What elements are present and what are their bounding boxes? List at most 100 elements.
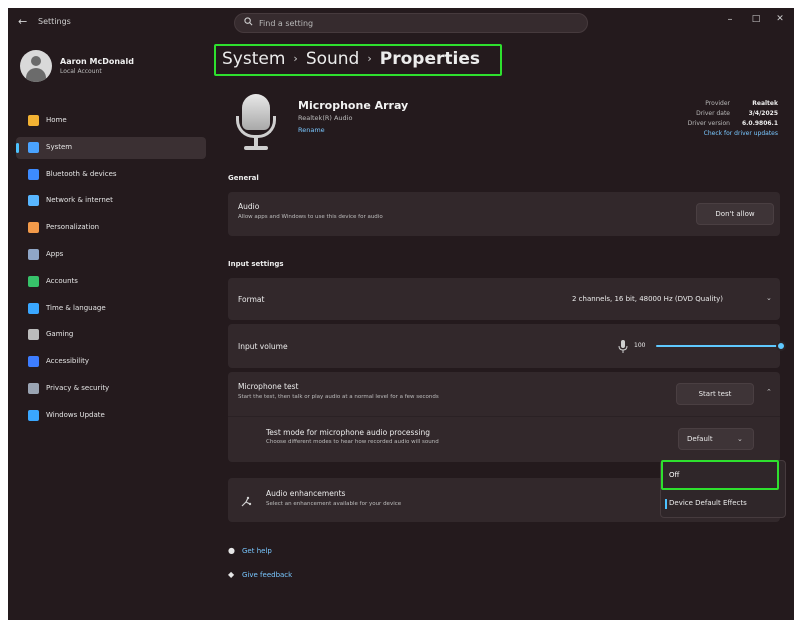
bluetooth-icon: [28, 168, 39, 180]
accounts-icon: [28, 275, 39, 287]
driver-version-label: Driver version: [687, 120, 730, 127]
breadcrumb-system[interactable]: System: [222, 49, 285, 69]
sidebar-item-label: Gaming: [46, 330, 74, 339]
breadcrumb-separator: ›: [293, 52, 298, 65]
sidebar-item-label: Home: [46, 116, 67, 124]
microphone-test-description: Start the test, then talk or play audio …: [238, 394, 439, 400]
sidebar-item-label: Privacy & security: [46, 384, 110, 392]
sidebar-item-label: Network & internet: [46, 196, 113, 205]
personalization-icon: [28, 222, 39, 234]
home-icon: [28, 115, 39, 126]
give-feedback-link[interactable]: ◆ Give feedback: [228, 570, 292, 579]
section-input-settings: Input settings: [228, 260, 284, 268]
sidebar-item-label: Time & language: [46, 303, 106, 312]
input-volume-slider-track[interactable]: [656, 345, 782, 347]
search-box[interactable]: [234, 13, 588, 33]
sidebar-item-label: Personalization: [46, 223, 100, 232]
sidebar-item-system[interactable]: System: [16, 136, 206, 159]
provider-value: Realtek: [752, 100, 778, 107]
option-device-default-effects[interactable]: Device Default Effects: [665, 499, 747, 509]
driver-version-value: 6.0.9806.1: [741, 120, 778, 127]
input-volume-slider-thumb[interactable]: [776, 341, 786, 351]
rename-link[interactable]: Rename: [298, 126, 325, 134]
feedback-icon: ◆: [228, 570, 235, 579]
start-test-button[interactable]: Start test: [676, 383, 754, 405]
time-language-icon: [28, 302, 39, 314]
section-general: General: [228, 174, 259, 182]
search-icon: [244, 17, 253, 29]
avatar: [20, 50, 52, 82]
option-off-highlight: [661, 460, 779, 490]
breadcrumb: System › Sound › Properties: [222, 49, 480, 69]
audio-enhancements-title: Audio enhancements: [266, 489, 346, 498]
sidebar-item-personalization[interactable]: Personalization: [16, 217, 206, 239]
settings-window: ← Settings – □ ✕ Aaron McDonald Local Ac…: [8, 8, 794, 620]
close-button[interactable]: ✕: [768, 14, 792, 24]
sidebar-item-home[interactable]: Home: [16, 110, 206, 132]
test-mode-description: Choose different modes to hear how recor…: [266, 439, 439, 445]
format-card: Format 2 channels, 16 bit, 48000 Hz (DVD…: [228, 278, 780, 320]
profile-account-type: Local Account: [60, 68, 102, 75]
sidebar-item-label: Accounts: [46, 276, 78, 285]
sidebar-item-label: Windows Update: [46, 410, 105, 419]
sidebar-item-accounts[interactable]: Accounts: [16, 271, 206, 293]
minimize-button[interactable]: –: [718, 14, 742, 25]
sidebar-item-label: Bluetooth & devices: [46, 169, 117, 178]
provider-label: Provider: [705, 100, 730, 107]
maximize-button[interactable]: □: [744, 14, 768, 24]
shield-icon: [28, 383, 39, 394]
sidebar-item-gaming[interactable]: Gaming: [16, 324, 206, 346]
input-volume-card: Input volume 100: [228, 324, 786, 368]
device-subtitle: Realtek(R) Audio: [298, 114, 353, 122]
chevron-down-icon: ⌄: [766, 294, 772, 302]
search-input[interactable]: [259, 16, 559, 31]
get-help-link[interactable]: ● Get help: [228, 546, 272, 555]
test-mode-select[interactable]: Default ⌄: [678, 428, 754, 450]
check-driver-updates-link[interactable]: Check for driver updates: [670, 130, 778, 137]
audio-title: Audio: [238, 202, 260, 211]
driver-date-label: Driver date: [696, 110, 730, 117]
breadcrumb-separator: ›: [367, 52, 372, 65]
gaming-icon: [28, 329, 39, 341]
device-name: Microphone Array: [298, 99, 409, 112]
microphone-small-icon: [618, 338, 628, 357]
selection-indicator: [16, 142, 19, 153]
microphone-test-card: Microphone test Start the test, then tal…: [228, 372, 780, 462]
sidebar-item-time-language[interactable]: Time & language: [16, 298, 206, 320]
audio-enhancements-description: Select an enhancement available for your…: [266, 501, 402, 507]
input-volume-label: Input volume: [238, 342, 288, 351]
windows-update-icon: [28, 409, 39, 421]
title-bar: ← Settings – □ ✕: [8, 8, 794, 38]
breadcrumb-sound[interactable]: Sound: [306, 49, 360, 69]
chevron-down-icon: ⌄: [737, 435, 743, 443]
sidebar-item-label: Apps: [46, 250, 64, 258]
audio-description: Allow apps and Windows to use this devic…: [238, 214, 383, 220]
audio-card: Audio Allow apps and Windows to use this…: [228, 192, 780, 236]
system-icon: [28, 141, 39, 153]
sidebar-item-accessibility[interactable]: Accessibility: [16, 351, 206, 373]
format-select[interactable]: 2 channels, 16 bit, 48000 Hz (DVD Qualit…: [572, 295, 723, 303]
sidebar-item-label: System: [46, 142, 73, 151]
sidebar-item-privacy-security[interactable]: Privacy & security: [16, 378, 206, 400]
network-icon: [28, 195, 39, 207]
sidebar-item-apps[interactable]: Apps: [16, 244, 206, 266]
app-title: Settings: [38, 17, 71, 26]
test-mode-title: Test mode for microphone audio processin…: [266, 428, 430, 437]
format-label: Format: [238, 295, 265, 304]
test-mode-value: Default: [687, 435, 713, 443]
accessibility-icon: [28, 356, 39, 368]
sidebar-item-network-internet[interactable]: Network & internet: [16, 190, 206, 212]
sidebar-item-windows-update[interactable]: Windows Update: [16, 405, 206, 427]
back-button[interactable]: ←: [18, 15, 27, 28]
sidebar-item-label: Accessibility: [46, 357, 90, 366]
audio-enhancements-icon: [240, 493, 252, 512]
driver-info: Provider Realtek Driver date 3/4/2025 Driv…: [670, 100, 778, 137]
profile-name: Aaron McDonald: [60, 57, 134, 66]
microphone-test-title: Microphone test: [238, 382, 299, 391]
help-icon: ●: [228, 546, 235, 555]
chevron-up-icon[interactable]: ⌃: [766, 388, 772, 396]
dont-allow-button[interactable]: Don't allow: [696, 203, 774, 225]
microphone-icon: [234, 94, 278, 154]
apps-icon: [28, 249, 39, 260]
sidebar-item-bluetooth-devices[interactable]: Bluetooth & devices: [16, 164, 206, 186]
